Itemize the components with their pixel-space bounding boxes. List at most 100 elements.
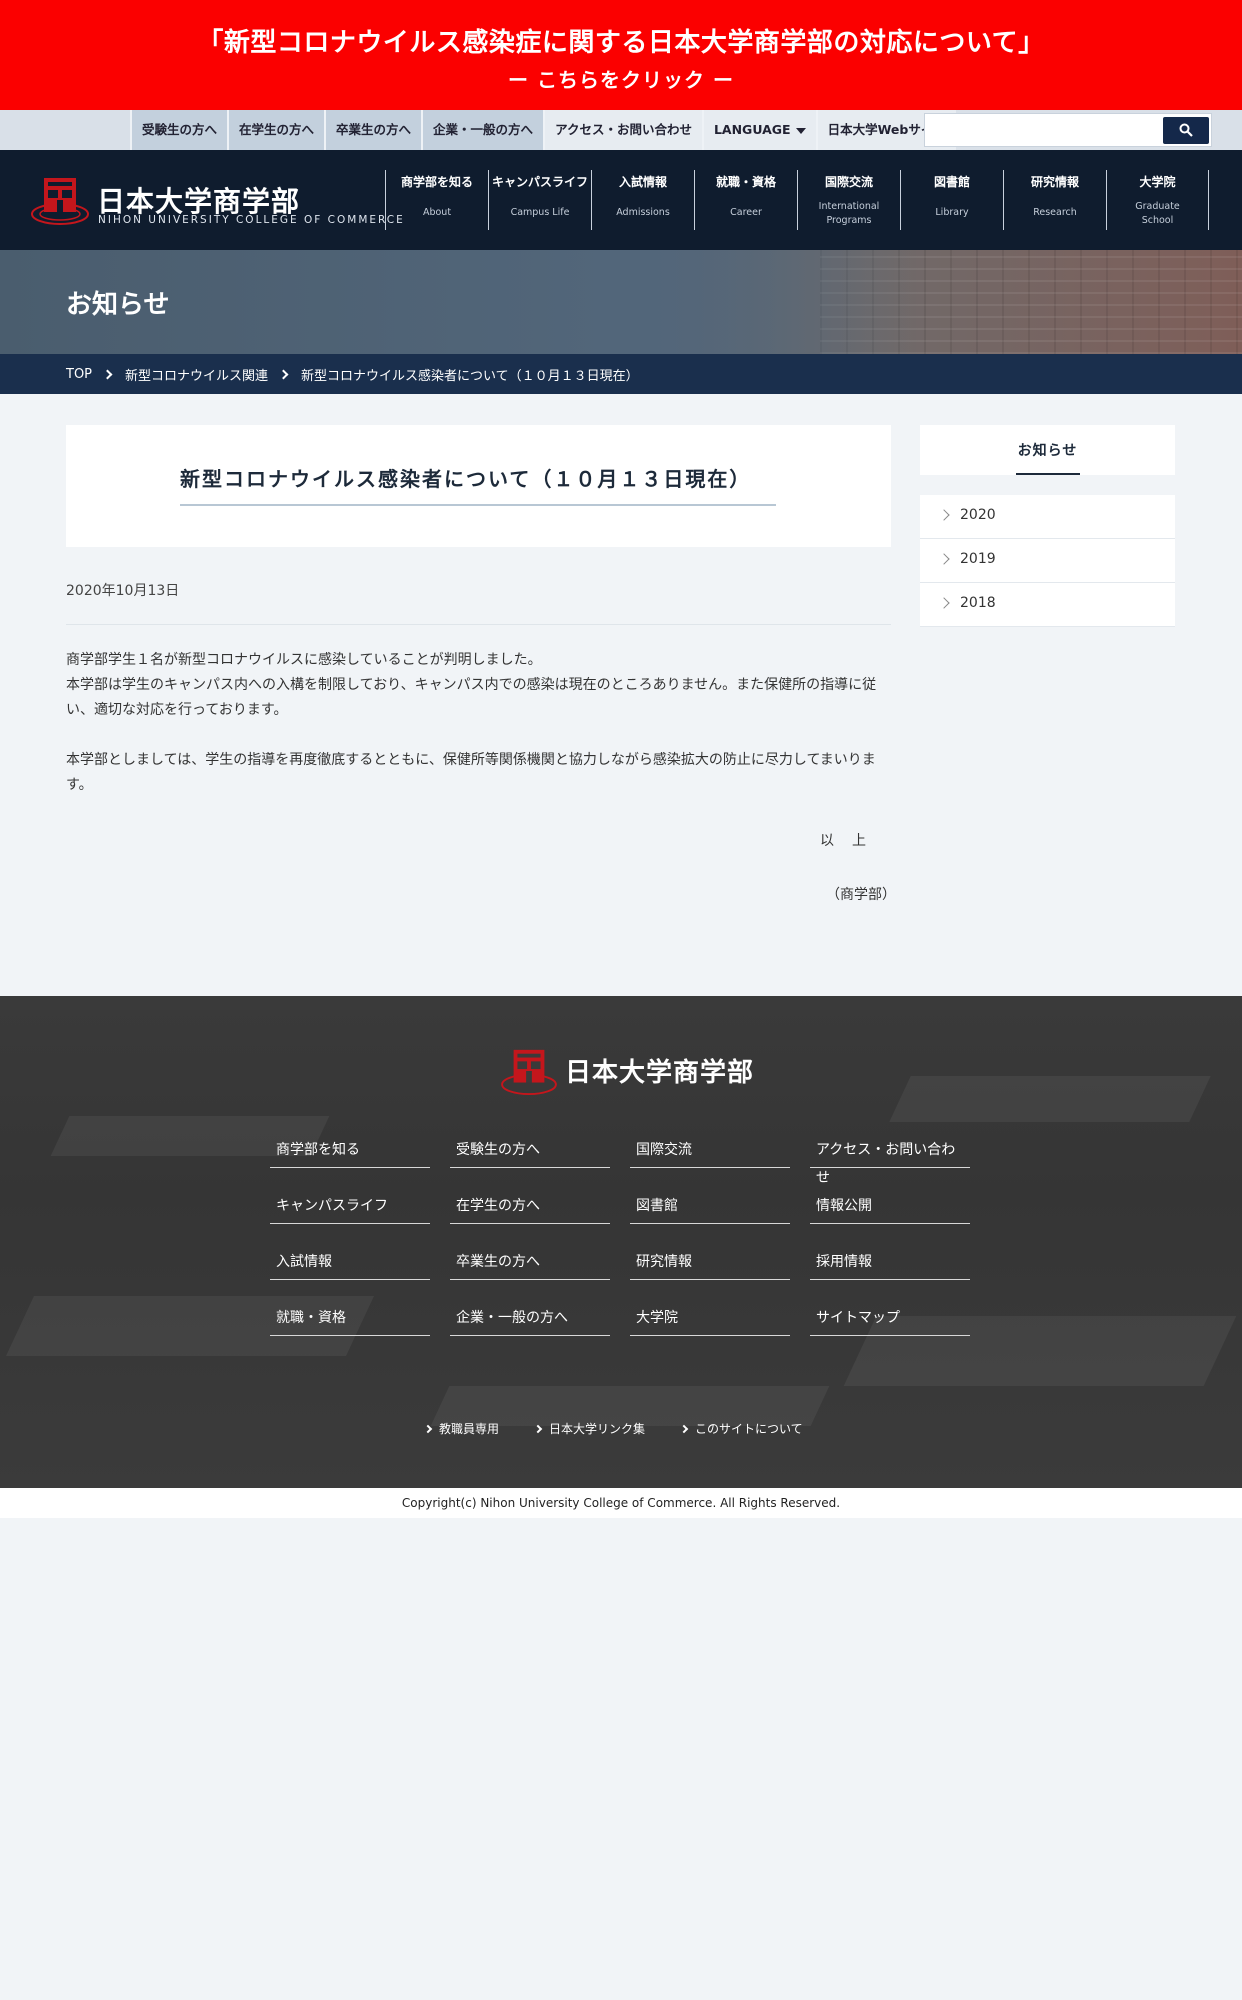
sublink-label: このサイトについて: [695, 1422, 803, 1436]
footer-sublink-staff[interactable]: 教職員専用: [423, 1420, 500, 1437]
sublink-label: 日本大学リンク集: [549, 1422, 646, 1436]
sidebar-item-2020[interactable]: 2020: [920, 495, 1175, 539]
paragraph-line: 本学部は学生のキャンパス内への入構を制限しており、キャンパス内での感染は現在のと…: [66, 677, 877, 718]
nav-sublabel: Graduate School: [1135, 201, 1180, 226]
nav-label: 商学部を知る: [400, 175, 473, 189]
global-nav: 商学部を知る About キャンパスライフ Campus Life 入試情報 Admi…: [385, 170, 1209, 230]
nav-sublabel: Library: [935, 207, 969, 218]
nav-label: 入試情報: [618, 175, 667, 189]
search-button[interactable]: [1163, 117, 1209, 144]
sidebar-item-2019[interactable]: 2019: [920, 539, 1175, 583]
search-input[interactable]: [925, 114, 1161, 146]
page-title: お知らせ: [66, 290, 170, 320]
chevron-right-icon: [278, 369, 289, 379]
sidebar-header: お知らせ: [920, 425, 1175, 475]
nav-international[interactable]: 国際交流 International Programs: [797, 170, 900, 230]
caret-down-icon: [795, 127, 806, 134]
university-emblem-icon[interactable]: [500, 1046, 558, 1096]
nav-sublabel: Admissions: [616, 207, 670, 218]
university-emblem-icon[interactable]: [30, 174, 90, 226]
breadcrumb-top[interactable]: TOP: [66, 367, 92, 382]
chevron-right-icon: [938, 509, 950, 521]
util-link-alumni[interactable]: 卒業生の方へ: [324, 110, 422, 150]
sidebar-year-list: 2020 2019 2018: [920, 495, 1175, 627]
utility-links: 受験生の方へ 在学生の方へ 卒業生の方へ 企業・一般の方へ アクセス・お問い合わ…: [130, 110, 956, 150]
footer-link[interactable]: 商学部を知る: [270, 1136, 430, 1168]
sidebar-item-label: 2018: [960, 595, 996, 611]
brand-name-en: NIHON UNIVERSITY COLLEGE OF COMMERCE: [98, 214, 405, 226]
footer-link[interactable]: 大学院: [630, 1304, 790, 1336]
main-header: 日本大学商学部 NIHON UNIVERSITY COLLEGE OF COMM…: [0, 150, 1242, 250]
sidebar-title: お知らせ: [1017, 443, 1078, 459]
sidebar-item-label: 2020: [960, 507, 996, 523]
nav-graduate-school[interactable]: 大学院 Graduate School: [1106, 170, 1209, 230]
nav-career[interactable]: 就職・資格 Career: [694, 170, 797, 230]
nav-sublabel: Campus Life: [510, 207, 570, 218]
footer: 日本大学商学部 商学部を知る 受験生の方へ 国際交流 アクセス・お問い合わせ キ…: [0, 996, 1242, 1488]
alert-click-here[interactable]: ー こちらをクリック ー: [0, 64, 1242, 93]
footer-link[interactable]: 在学生の方へ: [450, 1192, 610, 1224]
nav-campus-life[interactable]: キャンパスライフ Campus Life: [488, 170, 591, 230]
signature: （商学部）: [826, 887, 896, 903]
breadcrumb: TOP 新型コロナウイルス関連 新型コロナウイルス感染者について（１０月１３日現…: [0, 354, 1242, 394]
nav-label: 研究情報: [1030, 175, 1079, 189]
nav-sublabel: About: [422, 207, 452, 218]
divider: [66, 624, 891, 625]
nav-label: 図書館: [933, 175, 970, 189]
footer-link[interactable]: 情報公開: [810, 1192, 970, 1224]
footer-link[interactable]: サイトマップ: [810, 1304, 970, 1336]
nav-library[interactable]: 図書館 Library: [900, 170, 1003, 230]
footer-link[interactable]: 採用情報: [810, 1248, 970, 1280]
sidebar-item-2018[interactable]: 2018: [920, 583, 1175, 627]
nav-about[interactable]: 商学部を知る About: [385, 170, 488, 230]
footer-link-grid: 商学部を知る 受験生の方へ 国際交流 アクセス・お問い合わせ キャンパスライフ …: [270, 1136, 970, 1336]
nav-label: 就職・資格: [715, 175, 776, 189]
search-box: [924, 113, 1212, 147]
footer-link[interactable]: 国際交流: [630, 1136, 790, 1168]
sidebar-title-underline: [1016, 473, 1080, 475]
utility-bar: 受験生の方へ 在学生の方へ 卒業生の方へ 企業・一般の方へ アクセス・お問い合わ…: [0, 110, 1242, 150]
paragraph-line: 商学部学生１名が新型コロナウイルスに感染していることが判明しました。: [66, 652, 542, 668]
footer-link[interactable]: 研究情報: [630, 1248, 790, 1280]
footer-link[interactable]: キャンパスライフ: [270, 1192, 430, 1224]
footer-link[interactable]: 入試情報: [270, 1248, 430, 1280]
article-heading: 新型コロナウイルス感染者について（１０月１３日現在）: [180, 467, 752, 491]
util-link-prospective[interactable]: 受験生の方へ: [130, 110, 228, 150]
util-link-corporate[interactable]: 企業・一般の方へ: [421, 110, 544, 150]
article-date: 2020年10月13日: [66, 583, 180, 599]
breadcrumb-covid[interactable]: 新型コロナウイルス関連: [125, 365, 268, 384]
footer-brand[interactable]: 日本大学商学部: [565, 1052, 754, 1089]
chevron-right-icon: [938, 597, 950, 609]
chevron-right-icon: [102, 369, 113, 379]
nav-admissions[interactable]: 入試情報 Admissions: [591, 170, 694, 230]
chevron-right-icon: [938, 553, 950, 565]
nav-research[interactable]: 研究情報 Research: [1003, 170, 1106, 230]
language-dropdown[interactable]: LANGUAGE: [701, 110, 816, 150]
paragraph: 本学部としましては、学生の指導を再度徹底するとともに、保健所等関係機関と協力しな…: [66, 752, 876, 793]
footer-link[interactable]: 受験生の方へ: [450, 1136, 610, 1168]
chevron-right-icon: [423, 1424, 433, 1433]
footer-link[interactable]: 就職・資格: [270, 1304, 430, 1336]
alert-title[interactable]: 「新型コロナウイルス感染症に関する日本大学商学部の対応について」: [0, 22, 1242, 59]
footer-link[interactable]: 図書館: [630, 1192, 790, 1224]
footer-sublink-links[interactable]: 日本大学リンク集: [533, 1420, 646, 1437]
util-link-access[interactable]: アクセス・お問い合わせ: [543, 110, 702, 150]
nav-label: キャンパスライフ: [491, 175, 588, 189]
closing-text: 以上: [820, 833, 884, 849]
breadcrumb-current: 新型コロナウイルス感染者について（１０月１３日現在）: [301, 368, 639, 384]
sublink-label: 教職員専用: [439, 1422, 500, 1436]
footer-link[interactable]: 卒業生の方へ: [450, 1248, 610, 1280]
chevron-right-icon: [533, 1424, 543, 1433]
article-heading-card: 新型コロナウイルス感染者について（１０月１３日現在）: [66, 425, 891, 547]
footer-link[interactable]: 企業・一般の方へ: [450, 1304, 610, 1336]
covid-alert-banner[interactable]: 「新型コロナウイルス感染症に関する日本大学商学部の対応について」 ー こちらをク…: [0, 0, 1242, 110]
page-title-band: お知らせ: [0, 250, 1242, 354]
language-label: LANGUAGE: [713, 122, 791, 137]
footer-sublink-about-site[interactable]: このサイトについて: [679, 1420, 803, 1437]
footer-link[interactable]: アクセス・お問い合わせ: [810, 1136, 970, 1186]
util-link-current[interactable]: 在学生の方へ: [227, 110, 325, 150]
nav-sublabel: Career: [730, 207, 762, 218]
footer-sublinks: 教職員専用 日本大学リンク集 このサイトについて: [423, 1420, 803, 1437]
image-fade: [620, 250, 920, 354]
search-icon: [1179, 123, 1193, 137]
